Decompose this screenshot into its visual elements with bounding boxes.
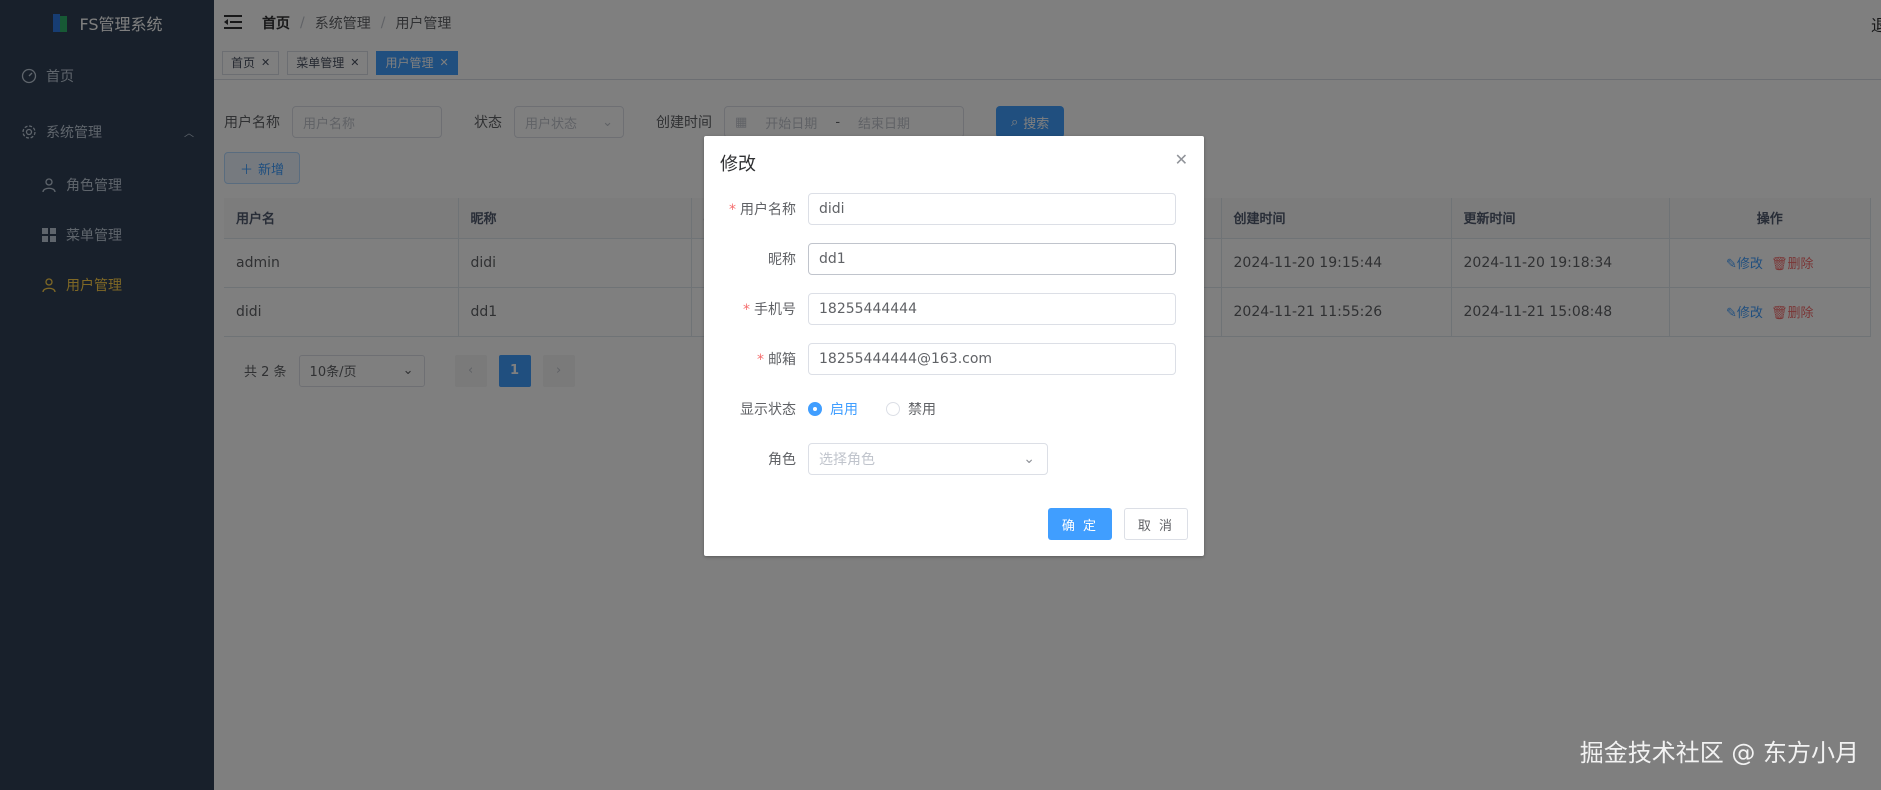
role-placeholder: 选择角色 xyxy=(819,452,875,468)
phone-label-text: 手机号 xyxy=(754,302,796,318)
form-row-role: 角色 选择角色 ⌄ xyxy=(704,442,1204,476)
close-icon[interactable]: ✕ xyxy=(1175,150,1188,169)
form-row-username: * 用户名称 didi xyxy=(704,192,1204,226)
required-mark: * xyxy=(757,352,764,368)
form-row-nickname: 昵称 dd1 xyxy=(704,242,1204,276)
role-label: 角色 xyxy=(768,452,796,468)
confirm-button[interactable]: 确 定 xyxy=(1048,508,1112,540)
nickname-field[interactable]: dd1 xyxy=(808,243,1176,275)
dialog-title: 修改 xyxy=(720,154,756,175)
status-radio-disabled[interactable]: 禁用 xyxy=(886,399,936,419)
email-label: * 邮箱 xyxy=(704,349,808,369)
required-mark: * xyxy=(729,202,736,218)
phone-field[interactable]: 18255444444 xyxy=(808,293,1176,325)
radio-unchecked-icon xyxy=(886,402,900,416)
email-field[interactable]: 18255444444@163.com xyxy=(808,343,1176,375)
cancel-button[interactable]: 取 消 xyxy=(1124,508,1188,540)
phone-label: * 手机号 xyxy=(704,299,808,319)
username-field[interactable]: didi xyxy=(808,193,1176,225)
role-select[interactable]: 选择角色 ⌄ xyxy=(808,443,1048,475)
form-row-email: * 邮箱 18255444444@163.com xyxy=(704,342,1204,376)
email-label-text: 邮箱 xyxy=(768,352,796,368)
radio-label: 禁用 xyxy=(908,402,936,418)
radio-checked-icon xyxy=(808,402,822,416)
form-row-phone: * 手机号 18255444444 xyxy=(704,292,1204,326)
username-label-text: 用户名称 xyxy=(740,202,796,218)
watermark: 掘金技术社区 @ 东方小月 xyxy=(1579,739,1859,767)
chevron-down-icon: ⌄ xyxy=(1023,451,1035,467)
required-mark: * xyxy=(743,302,750,318)
username-label: * 用户名称 xyxy=(704,199,808,219)
status-label: 显示状态 xyxy=(740,402,796,418)
dialog-footer: 确 定 取 消 xyxy=(1048,508,1188,540)
form-row-status: 显示状态 启用 禁用 xyxy=(704,392,1204,426)
nickname-label: 昵称 xyxy=(768,252,796,268)
edit-user-dialog: 修改 ✕ * 用户名称 didi 昵称 dd1 * 手机号 18255444444 … xyxy=(704,136,1204,556)
radio-label: 启用 xyxy=(830,402,858,418)
status-radio-enabled[interactable]: 启用 xyxy=(808,399,858,419)
